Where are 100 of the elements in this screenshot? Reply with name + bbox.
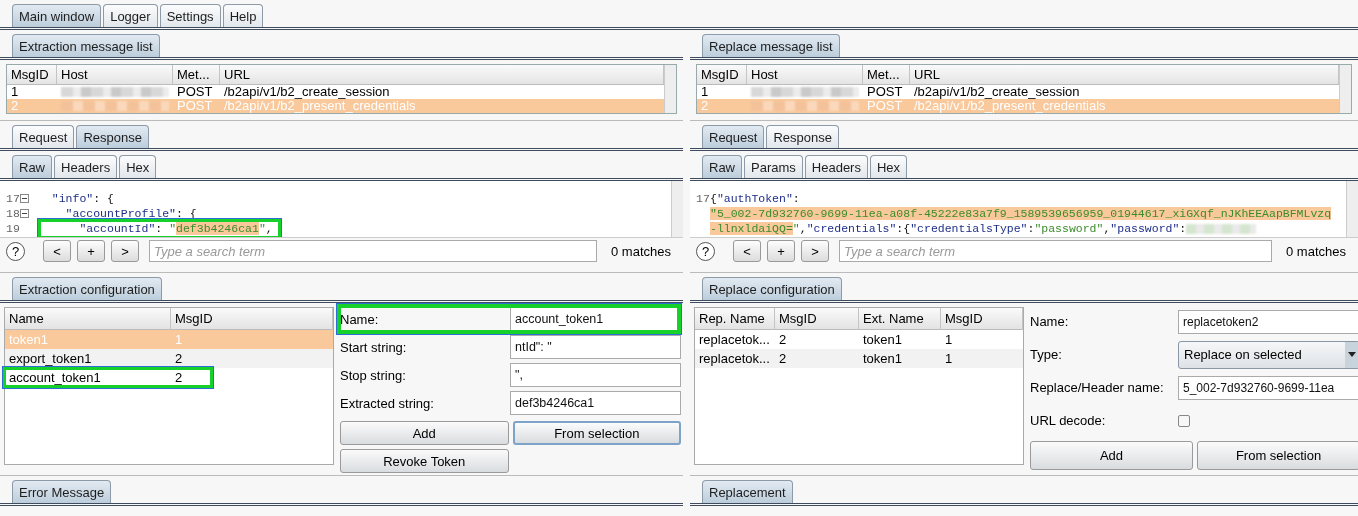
field-label: Name: [340, 311, 380, 327]
tab[interactable]: Replacement [702, 480, 793, 503]
match-count: 0 matches [611, 243, 671, 259]
column-header[interactable]: Host [57, 65, 173, 84]
tab[interactable]: Response [766, 125, 839, 148]
column-header[interactable]: Host [747, 65, 863, 84]
dropdown[interactable]: Replace on selected [1178, 340, 1358, 369]
table-cell-text: 2 [778, 331, 788, 349]
table-cell-text: export_token1 [8, 350, 93, 368]
text-field[interactable]: ", [510, 363, 681, 387]
table-cell-text: /b2api/v1/b2_create_session [913, 85, 1081, 99]
scrollbar[interactable] [1346, 181, 1358, 237]
table-cell-text: 1 [174, 331, 184, 349]
scrollbar[interactable] [664, 65, 676, 113]
button[interactable]: Add [340, 421, 509, 445]
field-label: Type: [1030, 347, 1063, 362]
tab[interactable]: Replace message list [702, 34, 840, 57]
help-icon[interactable]: ? [6, 241, 25, 261]
text-field[interactable]: ntId": " [510, 335, 681, 359]
nav-button[interactable]: > [111, 240, 139, 262]
line-number: 17 [5, 191, 20, 206]
column-header[interactable]: MsgID [775, 308, 859, 330]
column-header[interactable]: MsgID [941, 308, 1023, 330]
table-cell-text: /b2api/v1/b2_present_credentials [223, 99, 417, 113]
field-label: Extracted string: [340, 395, 435, 411]
search-field[interactable]: Type a search term [149, 240, 597, 262]
code-line: {"authToken": [710, 191, 800, 206]
caret-icon [1348, 352, 1356, 357]
tab[interactable]: Hex [119, 155, 157, 178]
code-line: "info": { [50, 191, 114, 206]
tab[interactable]: Raw [702, 155, 742, 178]
button[interactable]: From selection [1197, 441, 1358, 470]
collapse-icon[interactable] [20, 209, 29, 218]
column-header[interactable]: MsgID [697, 65, 747, 84]
table-cell-text: POST [866, 99, 904, 113]
nav-button[interactable]: + [77, 240, 105, 262]
table-cell-text: /b2api/v1/b2_present_credentials [913, 99, 1107, 113]
column-header[interactable]: MsgID [7, 65, 57, 84]
tab[interactable]: Main window [12, 4, 102, 27]
table-row[interactable]: 1 POST /b2api/v1/b2_create_session [7, 85, 664, 99]
column-header[interactable]: Rep. Name [695, 308, 775, 330]
tab[interactable]: Request [12, 125, 75, 148]
tab[interactable]: Extraction configuration [12, 277, 162, 300]
tab[interactable]: Help [222, 4, 264, 27]
button[interactable]: From selection [512, 421, 681, 445]
search-field[interactable]: Type a search term [839, 240, 1272, 262]
column-header[interactable]: Ext. Name [859, 308, 941, 330]
text-field[interactable]: 5_002-7d932760-9699-11ea [1178, 375, 1358, 400]
tab[interactable]: Params [744, 155, 803, 178]
table-row[interactable]: export_token1 2 [5, 349, 333, 368]
tab[interactable]: Headers [54, 155, 118, 178]
checkbox[interactable] [1178, 414, 1190, 427]
line-number: 18 [5, 206, 20, 221]
tab[interactable]: Hex [869, 155, 908, 178]
button[interactable]: Add [1030, 441, 1193, 470]
table-row[interactable]: replacetok... 2 token1 1 [695, 330, 1023, 349]
table-cell-text: account_token1 [8, 369, 102, 387]
code-line: -llnxldaiQQ=","credentials":{"credentialsType":"password","password": [710, 221, 1187, 236]
line-number: 19 [5, 221, 20, 236]
column-header[interactable]: Met... [863, 65, 910, 84]
table-cell-text: POST [176, 85, 214, 99]
tab[interactable]: Extraction message list [12, 34, 160, 57]
button[interactable]: Revoke Token [340, 449, 509, 473]
scrollbar[interactable] [671, 181, 683, 237]
nav-button[interactable]: > [801, 240, 829, 262]
table-cell-text: replacetok... [698, 331, 771, 349]
table-cell-text: 2 [778, 350, 788, 368]
text-field[interactable]: def3b4246ca1 [510, 391, 681, 415]
table-row[interactable]: account_token1 2 [5, 368, 333, 387]
help-icon[interactable]: ? [696, 241, 715, 261]
code-line: "accountId": "def3b4246ca1", [78, 221, 273, 236]
collapse-icon[interactable] [20, 194, 29, 203]
tab[interactable]: Request [702, 125, 765, 148]
tab[interactable]: Replace configuration [702, 277, 842, 300]
text-field[interactable]: replacetoken2 [1178, 309, 1358, 334]
table-row[interactable]: 1 POST /b2api/v1/b2_create_session [697, 85, 1339, 99]
tab[interactable]: Error Message [12, 480, 112, 503]
table-cell-text: POST [866, 85, 904, 99]
field-label: Name: [1030, 314, 1070, 329]
field-label: Replace/Header name: [1030, 380, 1165, 395]
column-header[interactable]: Met... [173, 65, 220, 84]
table-cell-text: POST [176, 99, 214, 113]
scrollbar[interactable] [1339, 65, 1351, 113]
field-label: Stop string: [340, 367, 407, 383]
nav-button[interactable]: < [43, 240, 71, 262]
nav-button[interactable]: + [767, 240, 795, 262]
table-cell-text: token1 [862, 350, 904, 368]
tab[interactable]: Response [76, 125, 149, 148]
table-cell-text: 2 [700, 99, 710, 113]
table-row[interactable]: replacetok... 2 token1 1 [695, 349, 1023, 368]
table-cell-text: 1 [700, 85, 710, 99]
tab[interactable]: Settings [159, 4, 221, 27]
table-cell-text: 2 [10, 99, 20, 113]
tab[interactable]: Headers [804, 155, 868, 178]
nav-button[interactable]: < [733, 240, 761, 262]
table-cell-text: 2 [174, 369, 184, 387]
tab[interactable]: Raw [12, 155, 52, 178]
table-cell-text: 1 [944, 331, 954, 349]
field-label: Start string: [340, 339, 408, 355]
tab[interactable]: Logger [103, 4, 158, 27]
